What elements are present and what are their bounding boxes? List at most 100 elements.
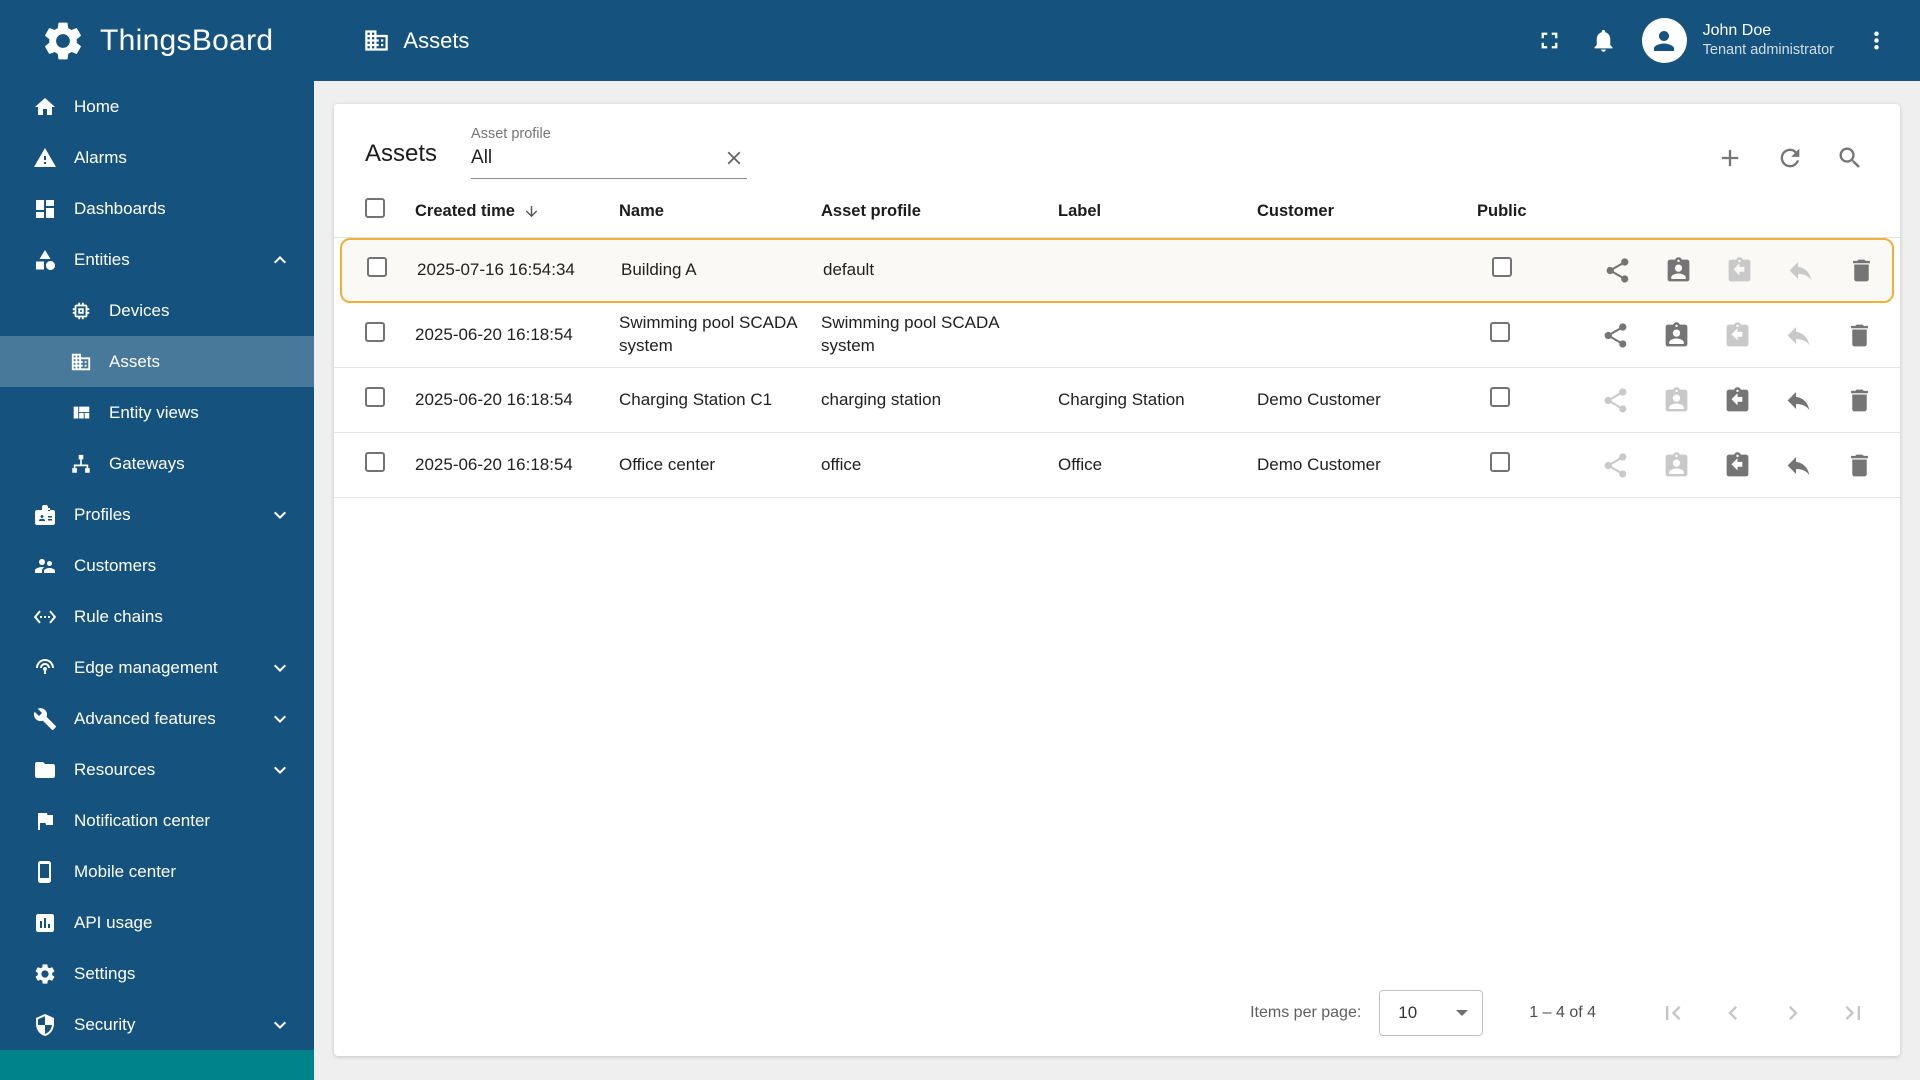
public-checkbox[interactable]: [1492, 257, 1512, 278]
app-logo[interactable]: ThingsBoard: [40, 18, 273, 64]
breadcrumb: Assets: [363, 27, 469, 54]
unassign-from-customer-button: [1725, 256, 1754, 285]
sidebar-item-entities[interactable]: Entities: [0, 234, 314, 285]
card-header: Assets Asset profile All: [334, 104, 1900, 186]
share-icon: [1601, 321, 1630, 350]
sidebar-item-label: Dashboards: [74, 198, 166, 218]
sidebar-item-advanced-features[interactable]: Advanced features: [0, 693, 314, 744]
asset-profile-filter[interactable]: Asset profile All: [471, 126, 748, 179]
column-label[interactable]: Label: [1058, 200, 1257, 222]
assign-customer-icon: [1662, 451, 1691, 480]
row-checkbox[interactable]: [365, 321, 385, 342]
cell-asset-profile: Swimming pool SCADA system: [821, 313, 999, 355]
unassign-from-customer-button: [1723, 321, 1752, 350]
row-checkbox[interactable]: [367, 257, 387, 278]
sidebar-item-gateways[interactable]: Gateways: [0, 438, 314, 489]
cell-customer: Demo Customer: [1257, 389, 1381, 409]
assign-to-customer-button[interactable]: [1662, 321, 1691, 350]
refresh-button[interactable]: [1766, 134, 1814, 182]
row-checkbox[interactable]: [365, 451, 385, 472]
sidebar-item-settings[interactable]: Settings: [0, 948, 314, 999]
delete-asset-button[interactable]: [1845, 451, 1874, 480]
sidebar-item-resources[interactable]: Resources: [0, 744, 314, 795]
table-row[interactable]: 2025-06-20 16:18:54 Charging Station C1 …: [334, 368, 1900, 433]
trash-icon: [1845, 321, 1874, 350]
sidebar-item-label: Resources: [74, 759, 156, 779]
cell-name: Charging Station C1: [619, 389, 773, 409]
column-created-time[interactable]: Created time: [415, 200, 619, 222]
unassign-from-customer-button[interactable]: [1723, 451, 1752, 480]
assets-icon: [70, 351, 92, 373]
assign-to-customer-button[interactable]: [1664, 256, 1693, 285]
filter-value[interactable]: All: [471, 147, 492, 169]
page-size-select[interactable]: 10: [1379, 990, 1484, 1036]
edge-management-icon: [33, 656, 57, 680]
share-icon: [1601, 386, 1630, 415]
public-checkbox[interactable]: [1490, 451, 1510, 472]
sidebar-item-mobile-center[interactable]: Mobile center: [0, 846, 314, 897]
security-shield-icon: [33, 1013, 57, 1037]
sidebar-item-dashboards[interactable]: Dashboards: [0, 183, 314, 234]
table-row[interactable]: 2025-06-20 16:18:54 Office center office…: [334, 433, 1900, 498]
entity-views-icon: [70, 402, 92, 424]
make-private-button[interactable]: [1784, 386, 1813, 415]
assets-page-icon: [363, 27, 390, 54]
sidebar-item-security[interactable]: Security: [0, 999, 314, 1050]
sidebar-item-profiles[interactable]: Profiles: [0, 489, 314, 540]
sidebar-item-api-usage[interactable]: API usage: [0, 897, 314, 948]
sidebar-item-edge-management[interactable]: Edge management: [0, 642, 314, 693]
more-menu-button[interactable]: [1852, 17, 1900, 65]
sidebar-item-notification-center[interactable]: Notification center: [0, 795, 314, 846]
person-icon: [1649, 26, 1679, 56]
paginator: Items per page: 10 1 – 4 of 4: [334, 970, 1900, 1056]
public-checkbox[interactable]: [1490, 386, 1510, 407]
share-icon: [1601, 451, 1630, 480]
assignment-return-icon: [1723, 321, 1752, 350]
fullscreen-button[interactable]: [1526, 17, 1574, 65]
sidebar-item-label: API usage: [74, 912, 153, 932]
table-row[interactable]: 2025-07-16 16:54:34 Building A default: [340, 238, 1894, 303]
sidebar-item-devices[interactable]: Devices: [0, 285, 314, 336]
cell-asset-profile: office: [821, 454, 862, 474]
table-row[interactable]: 2025-06-20 16:18:54 Swimming pool SCADA …: [334, 303, 1900, 368]
first-page-button: [1652, 992, 1694, 1034]
rule-chains-icon: [33, 605, 57, 629]
plus-icon: [1716, 144, 1744, 172]
assign-customer-icon: [1662, 321, 1691, 350]
sidebar-item-entity-views[interactable]: Entity views: [0, 387, 314, 438]
unassign-from-customer-button[interactable]: [1723, 386, 1752, 415]
make-public-button: [1601, 451, 1630, 480]
delete-asset-button[interactable]: [1845, 321, 1874, 350]
clear-filter-icon[interactable]: [723, 147, 745, 169]
sidebar-item-alarms[interactable]: Alarms: [0, 132, 314, 183]
dashboards-icon: [33, 197, 57, 221]
make-public-button[interactable]: [1603, 256, 1632, 285]
delete-asset-button[interactable]: [1845, 386, 1874, 415]
search-button[interactable]: [1826, 134, 1874, 182]
column-customer[interactable]: Customer: [1257, 200, 1477, 222]
sidebar-item-label: Security: [74, 1014, 136, 1034]
sidebar-item-home[interactable]: Home: [0, 81, 314, 132]
chevron-left-icon: [1719, 999, 1747, 1027]
sidebar-item-label: Rule chains: [74, 606, 163, 626]
notifications-button[interactable]: [1580, 17, 1628, 65]
column-name[interactable]: Name: [619, 200, 821, 222]
delete-asset-button[interactable]: [1847, 256, 1876, 285]
assign-to-customer-button: [1662, 451, 1691, 480]
sidebar-item-customers[interactable]: Customers: [0, 540, 314, 591]
sidebar-item-label: Alarms: [74, 147, 127, 167]
public-checkbox[interactable]: [1490, 321, 1510, 342]
sidebar-item-assets[interactable]: Assets: [0, 336, 314, 387]
make-private-button[interactable]: [1784, 451, 1813, 480]
make-public-button[interactable]: [1601, 321, 1630, 350]
items-per-page-label: Items per page:: [1250, 1004, 1362, 1021]
sidebar-item-rule-chains[interactable]: Rule chains: [0, 591, 314, 642]
add-asset-button[interactable]: [1706, 134, 1754, 182]
row-checkbox[interactable]: [365, 386, 385, 407]
chevron-right-icon: [1779, 999, 1807, 1027]
column-asset-profile[interactable]: Asset profile: [821, 200, 1058, 222]
undo-arrow-icon: [1784, 451, 1813, 480]
app-name: ThingsBoard: [100, 23, 274, 57]
user-avatar[interactable]: [1641, 18, 1687, 63]
select-all-checkbox[interactable]: [365, 198, 385, 219]
